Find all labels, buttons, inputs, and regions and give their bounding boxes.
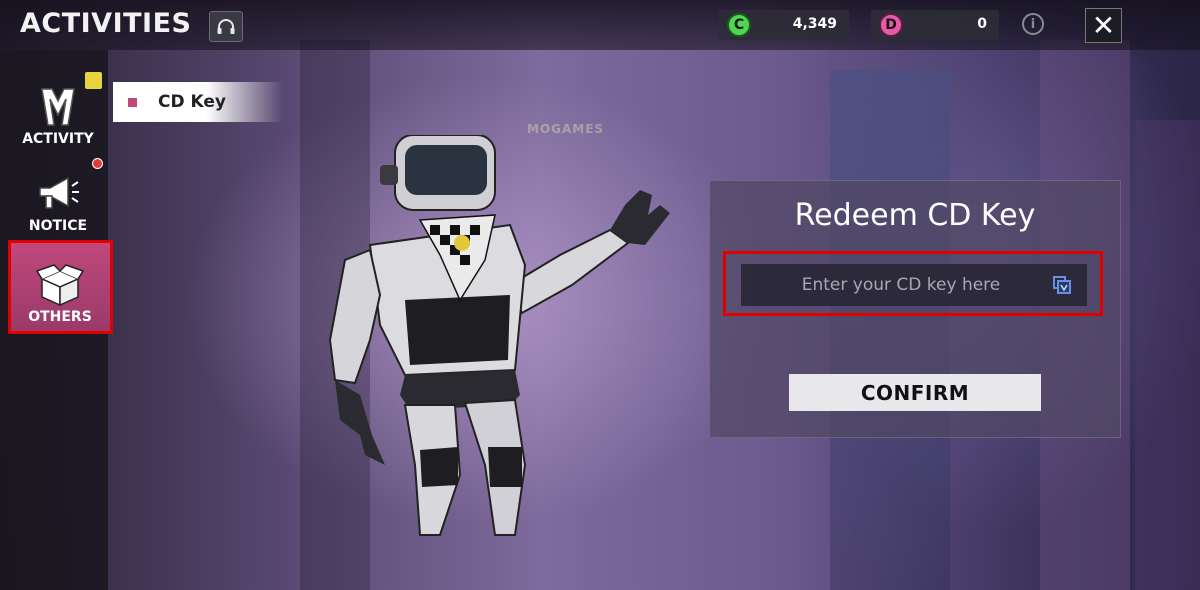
background-building [1135, 120, 1200, 590]
currency-d-display[interactable]: D 0 [871, 10, 999, 40]
notification-dot [92, 158, 103, 169]
new-badge-icon [85, 72, 102, 89]
confirm-button[interactable]: CONFIRM [789, 374, 1041, 411]
highlight-box [8, 240, 113, 334]
watermark: MOGAMES [527, 122, 605, 136]
currency-d-value: 0 [977, 16, 987, 32]
redeem-title: Redeem CD Key [794, 198, 1036, 233]
d-coin-icon: D [879, 13, 903, 37]
highlight-box [723, 251, 1103, 316]
megaphone-icon [39, 176, 79, 209]
tab-marker [128, 98, 137, 107]
robot-illustration [328, 135, 670, 536]
top-bar: ACTIVITIES C 4,349 D 0 i ✕ [0, 0, 1200, 50]
close-icon: ✕ [1091, 9, 1116, 42]
activity-logo-icon [41, 88, 75, 126]
sidebar-item-label: ACTIVITY [22, 131, 94, 147]
tab-cd-key[interactable]: CD Key [113, 82, 283, 122]
currency-c-display[interactable]: C 4,349 [719, 10, 849, 40]
sidebar-item-label: NOTICE [28, 218, 88, 234]
headset-icon [217, 18, 235, 34]
page-title: ACTIVITIES [20, 8, 192, 39]
tab-label: CD Key [158, 92, 226, 112]
currency-c-value: 4,349 [792, 16, 837, 32]
customer-service-button[interactable] [209, 11, 243, 42]
close-button[interactable]: ✕ [1085, 8, 1122, 43]
info-icon[interactable]: i [1022, 13, 1044, 35]
sidebar-item-notice[interactable]: NOTICE [8, 155, 108, 240]
c-coin-icon: C [727, 13, 751, 37]
